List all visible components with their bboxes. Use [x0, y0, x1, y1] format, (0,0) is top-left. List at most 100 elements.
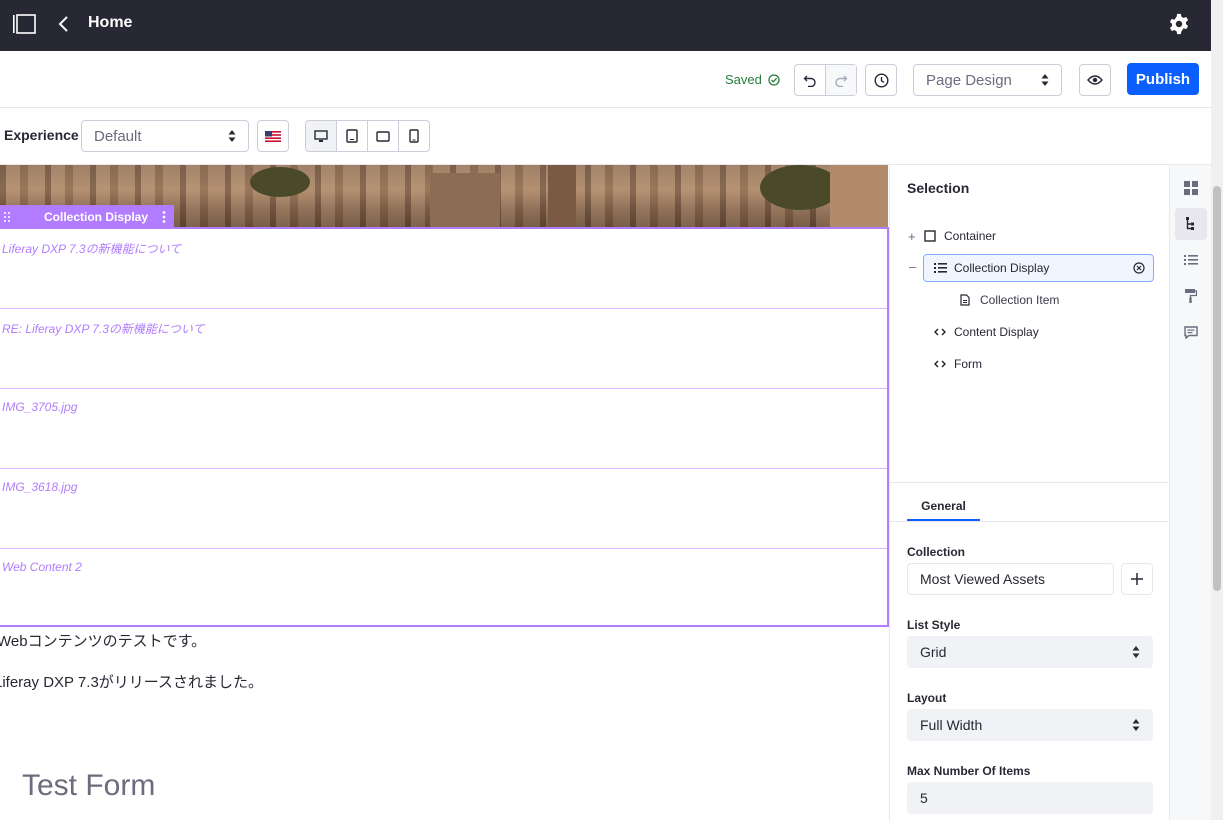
scrollbar[interactable] [1211, 0, 1223, 820]
layout-label: Layout [907, 691, 947, 705]
list-style-value: Grid [920, 644, 947, 660]
page-toolbar: Saved Page Design Publish [0, 51, 1211, 108]
caret-double-icon [1132, 719, 1140, 731]
clock-icon [873, 72, 889, 88]
add-collection-button[interactable] [1121, 563, 1153, 595]
caret-double-icon [1132, 646, 1140, 658]
list-icon [934, 262, 954, 274]
ellipsis-vertical-icon[interactable] [162, 210, 166, 223]
tree-item-label: Container [944, 229, 997, 243]
tree-item-collection-display[interactable]: Collection Display [923, 254, 1154, 282]
code-icon [934, 327, 954, 337]
selection-tree-button[interactable] [1175, 208, 1207, 240]
list-style-label: List Style [907, 618, 961, 632]
content-text: Liferay DXP 7.3がリリースされました。 [0, 674, 264, 691]
collection-display-tag[interactable]: Collection Display [0, 205, 174, 228]
fragments-button[interactable] [1175, 172, 1207, 204]
page-title: Home [88, 14, 133, 31]
expand-icon[interactable]: + [908, 229, 924, 244]
publish-button[interactable]: Publish [1127, 63, 1199, 95]
page-design-select[interactable]: Page Design [913, 64, 1062, 96]
remove-icon[interactable] [1133, 262, 1145, 274]
caret-double-icon [1041, 74, 1049, 86]
collection-item-title: IMG_3705.jpg [2, 400, 78, 414]
page-canvas: Collection Display Liferay DXP 7.3の新機能につ… [0, 165, 889, 820]
phone-landscape-icon [376, 130, 390, 142]
paint-roller-icon [1185, 289, 1197, 303]
device-selector [305, 120, 430, 152]
banner-tree [250, 167, 310, 197]
tree-item-form[interactable]: Form [934, 350, 1154, 378]
tab-general[interactable]: General [907, 499, 980, 521]
grid-icon [1184, 181, 1198, 195]
collection-display[interactable]: Liferay DXP 7.3の新機能について RE: Liferay DXP … [0, 227, 889, 627]
undo-redo-group [794, 64, 857, 96]
check-circle-icon [768, 73, 780, 86]
undo-icon [803, 75, 816, 87]
collection-item[interactable]: IMG_3705.jpg [0, 389, 887, 469]
sidebar-toggle-icon[interactable] [12, 13, 36, 35]
collection-item-title: IMG_3618.jpg [2, 480, 78, 494]
scrollbar-thumb[interactable] [1213, 186, 1221, 591]
desktop-view-button[interactable] [306, 121, 336, 151]
theme-button[interactable] [1175, 280, 1207, 312]
sidebar-rail [1169, 165, 1211, 820]
collection-label: Collection [907, 545, 966, 559]
desktop-icon [314, 129, 328, 142]
experience-bar: Experience Default [0, 108, 1211, 165]
undo-button[interactable] [795, 65, 825, 95]
portrait-view-button[interactable] [398, 121, 429, 151]
list-icon [1184, 255, 1198, 265]
collection-item[interactable]: Web Content 2 [0, 549, 887, 629]
container-icon [924, 230, 944, 242]
contents-button[interactable] [1175, 244, 1207, 276]
tree-icon [1186, 217, 1194, 230]
chevron-left-icon[interactable] [56, 13, 72, 35]
tree-item-container[interactable]: + Container [908, 222, 1158, 250]
max-items-input[interactable]: 5 [907, 782, 1153, 814]
experience-select[interactable]: Default [81, 120, 249, 152]
max-items-label: Max Number Of Items [907, 764, 1031, 778]
experience-selected: Default [94, 127, 142, 145]
banner-building [830, 165, 888, 227]
landscape-view-button[interactable] [367, 121, 398, 151]
banner-tower [548, 165, 576, 227]
tree-item-label: Collection Item [980, 293, 1060, 307]
top-bar: Home [0, 0, 1211, 51]
tablet-icon [346, 129, 358, 143]
tab-divider [890, 521, 1169, 522]
layout-select[interactable]: Full Width [907, 709, 1153, 741]
collection-display-tag-label: Collection Display [43, 209, 149, 224]
redo-button[interactable] [825, 65, 856, 95]
tree-item-label: Content Display [954, 325, 1039, 339]
list-style-select[interactable]: Grid [907, 636, 1153, 668]
tree-item-collection-item[interactable]: Collection Item [960, 286, 1150, 314]
collection-item[interactable]: Liferay DXP 7.3の新機能について [0, 229, 887, 309]
tree-item-content-display[interactable]: Content Display [934, 318, 1154, 346]
redo-icon [835, 75, 848, 87]
page-design-label: Page Design [926, 71, 1012, 89]
experience-label: Experience [4, 127, 79, 143]
collapse-icon[interactable]: – [909, 259, 916, 274]
caret-double-icon [228, 130, 236, 142]
collection-field[interactable]: Most Viewed Assets [907, 563, 1114, 595]
history-button[interactable] [865, 64, 897, 96]
us-flag-icon [265, 130, 281, 142]
code-icon [934, 359, 954, 369]
max-items-value: 5 [920, 790, 928, 806]
phone-portrait-icon [409, 129, 419, 143]
language-button[interactable] [257, 120, 289, 152]
drag-handle-icon[interactable] [4, 211, 10, 222]
comments-button[interactable] [1175, 316, 1207, 348]
content-text: Webコンテンツのテストです。 [0, 633, 207, 650]
saved-label: Saved [725, 72, 762, 87]
tablet-view-button[interactable] [336, 121, 367, 151]
panel-title: Selection [907, 180, 970, 196]
saved-status: Saved [725, 72, 780, 87]
collection-item[interactable]: IMG_3618.jpg [0, 469, 887, 549]
gear-icon[interactable] [1168, 13, 1190, 35]
preview-button[interactable] [1079, 64, 1111, 96]
collection-item[interactable]: RE: Liferay DXP 7.3の新機能について [0, 309, 887, 389]
plus-icon [1131, 573, 1143, 585]
comment-icon [1184, 325, 1198, 339]
